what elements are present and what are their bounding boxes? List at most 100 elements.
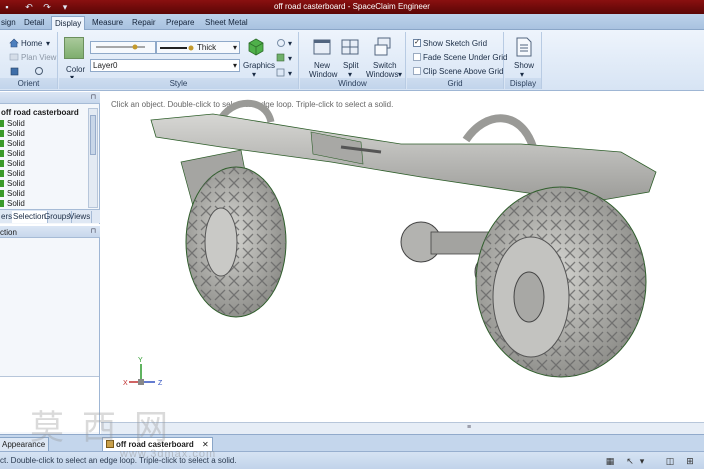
home-button[interactable]: Home [21,39,42,48]
tab-measure[interactable]: Measure [89,16,126,30]
triad-z-label: Z [158,380,163,387]
axis-triad: Y X Z [123,357,163,387]
tab-detail[interactable]: Detail [21,16,47,30]
display-group: Show ▾ Display [505,32,542,89]
tree-scrollbar[interactable] [88,108,98,208]
show-sketch-grid-checkbox[interactable]: ✓ [413,39,421,47]
display-group-label: Display [505,78,541,89]
show-icon[interactable] [515,37,533,57]
solid-icon [0,150,4,157]
plan-view-button[interactable]: Plan View [21,53,56,62]
select-mode-icon[interactable]: ▦ [604,455,616,467]
new-window-label-1[interactable]: New [314,61,330,70]
front-hub[interactable] [204,207,238,277]
shading-icon[interactable] [276,53,286,63]
structure-panel-header: ⊓ [0,92,100,104]
tab-display[interactable]: Display [51,16,86,30]
watermark-url: www.3dmax.com [120,448,217,460]
home-icon[interactable] [9,38,19,48]
tree-item[interactable]: Solid [0,199,25,209]
viewport-scrollbar[interactable]: ≡ [101,422,704,434]
line-weight-dropdown-icon[interactable]: ▾ [233,42,237,53]
tab-sheet-metal[interactable]: Sheet Metal [202,16,251,30]
line-style-select[interactable] [90,41,156,54]
selection-filter-icon[interactable]: ◫ [664,455,676,467]
ribbon: Home ▾ Plan View Orient Color ▾ ▾ Thick … [0,30,704,91]
tree-scrollbar-thumb[interactable] [90,115,96,155]
layer-dropdown-icon[interactable]: ▾ [233,60,237,71]
tree-item[interactable]: Solid [0,129,25,139]
scroll-grip-icon[interactable]: ≡ [467,424,471,431]
tab-views[interactable]: Views [68,211,93,223]
spin-icon[interactable] [34,66,45,76]
orient-group: Home ▾ Plan View Orient [0,32,58,89]
solid-icon [0,200,4,207]
grid-group: ✓ Show Sketch Grid Fade Scene Under Grid… [407,32,508,89]
line-weight-preview-icon [160,45,194,51]
structure-panel: ⊓ off road casterboard Solid Solid Solid… [0,92,100,224]
layer-select[interactable]: Layer0 ▾ [90,59,240,72]
watermark: 莫西网 [30,408,186,448]
design-viewport[interactable]: Click an object. Double-click to select … [101,92,704,422]
fade-scene-checkbox[interactable] [413,53,421,61]
layer-value: Layer0 [93,61,118,70]
graphics-button[interactable]: Graphics [243,61,275,70]
show-button[interactable]: Show [514,61,534,70]
view-cube-icon[interactable] [10,66,20,76]
rear-strap[interactable] [462,114,537,149]
style-group: Color ▾ ▾ Thick ▾ Layer0 ▾ Graphics ▾ ▾ … [59,32,299,89]
clip-scene-checkbox[interactable] [413,67,421,75]
tree-item[interactable]: Solid [0,139,25,149]
ribbon-tabs: sign Detail Display Measure Repair Prepa… [0,14,704,30]
new-window-icon[interactable] [313,38,331,56]
window-title: off road casterboard - SpaceClaim Engine… [274,2,430,11]
show-sketch-grid-label[interactable]: Show Sketch Grid [423,39,487,48]
tree-item[interactable]: Solid [0,189,25,199]
title-bar: ▪ ↶ ↷ ▾ off road casterboard - SpaceClai… [0,0,704,14]
options-panel-title: ction [0,228,17,237]
tree-item[interactable]: Solid [0,169,25,179]
transparency-dropdown-icon[interactable]: ▾ [288,39,292,48]
structure-panel-tabs: ers Selection Groups Views [0,209,100,223]
color-button[interactable]: Color [66,65,85,74]
wireframe-dropdown-icon[interactable]: ▾ [288,69,292,78]
status-bar: ct. Double-click to select an edge loop.… [0,451,704,469]
casterboard-model[interactable]: Y X Z [101,92,704,422]
tree-item[interactable]: Solid [0,159,25,169]
home-dropdown-icon[interactable]: ▾ [46,39,50,48]
clip-scene-label[interactable]: Clip Scene Above Grid [423,67,504,76]
solid-icon [0,180,4,187]
window-group-label: Window [300,78,405,89]
tab-prepare[interactable]: Prepare [163,16,197,30]
tree-item[interactable]: Solid [0,119,25,129]
color-swatch-icon[interactable] [64,37,84,59]
status-options-icon[interactable]: ⊞ [684,455,696,467]
pointer-dropdown-icon[interactable]: ▾ [636,455,648,467]
solid-icon [0,120,4,127]
pin-icon[interactable]: ⊓ [91,93,96,101]
triad-y-label: Y [138,357,143,364]
tree-root[interactable]: off road casterboard [1,108,79,117]
fade-scene-label[interactable]: Fade Scene Under Grid [423,53,508,62]
tab-repair[interactable]: Repair [129,16,159,30]
transparency-icon[interactable] [276,38,286,48]
graphics-icon[interactable] [247,38,265,56]
plan-view-icon[interactable] [9,52,19,62]
wireframe-icon[interactable] [276,68,286,78]
tree-item[interactable]: Solid [0,179,25,189]
line-weight-select[interactable]: Thick ▾ [156,41,240,54]
solid-icon [0,130,4,137]
switch-windows-label-1[interactable]: Switch [373,61,397,70]
options-pin-icon[interactable]: ⊓ [91,227,96,235]
pointer-icon[interactable]: ↖ [624,455,636,467]
solid-icon [0,160,4,167]
tree-item[interactable]: Solid [0,149,25,159]
split-icon[interactable] [341,38,359,56]
shading-dropdown-icon[interactable]: ▾ [288,54,292,63]
window-group: New Window Split ▾ Switch Windows ▾ Wind… [300,32,406,89]
solid-icon [0,170,4,177]
switch-windows-icon[interactable] [373,37,393,57]
options-panel-header: ction ⊓ [0,226,100,238]
split-button[interactable]: Split [343,61,359,70]
tab-design[interactable]: sign [0,16,19,30]
